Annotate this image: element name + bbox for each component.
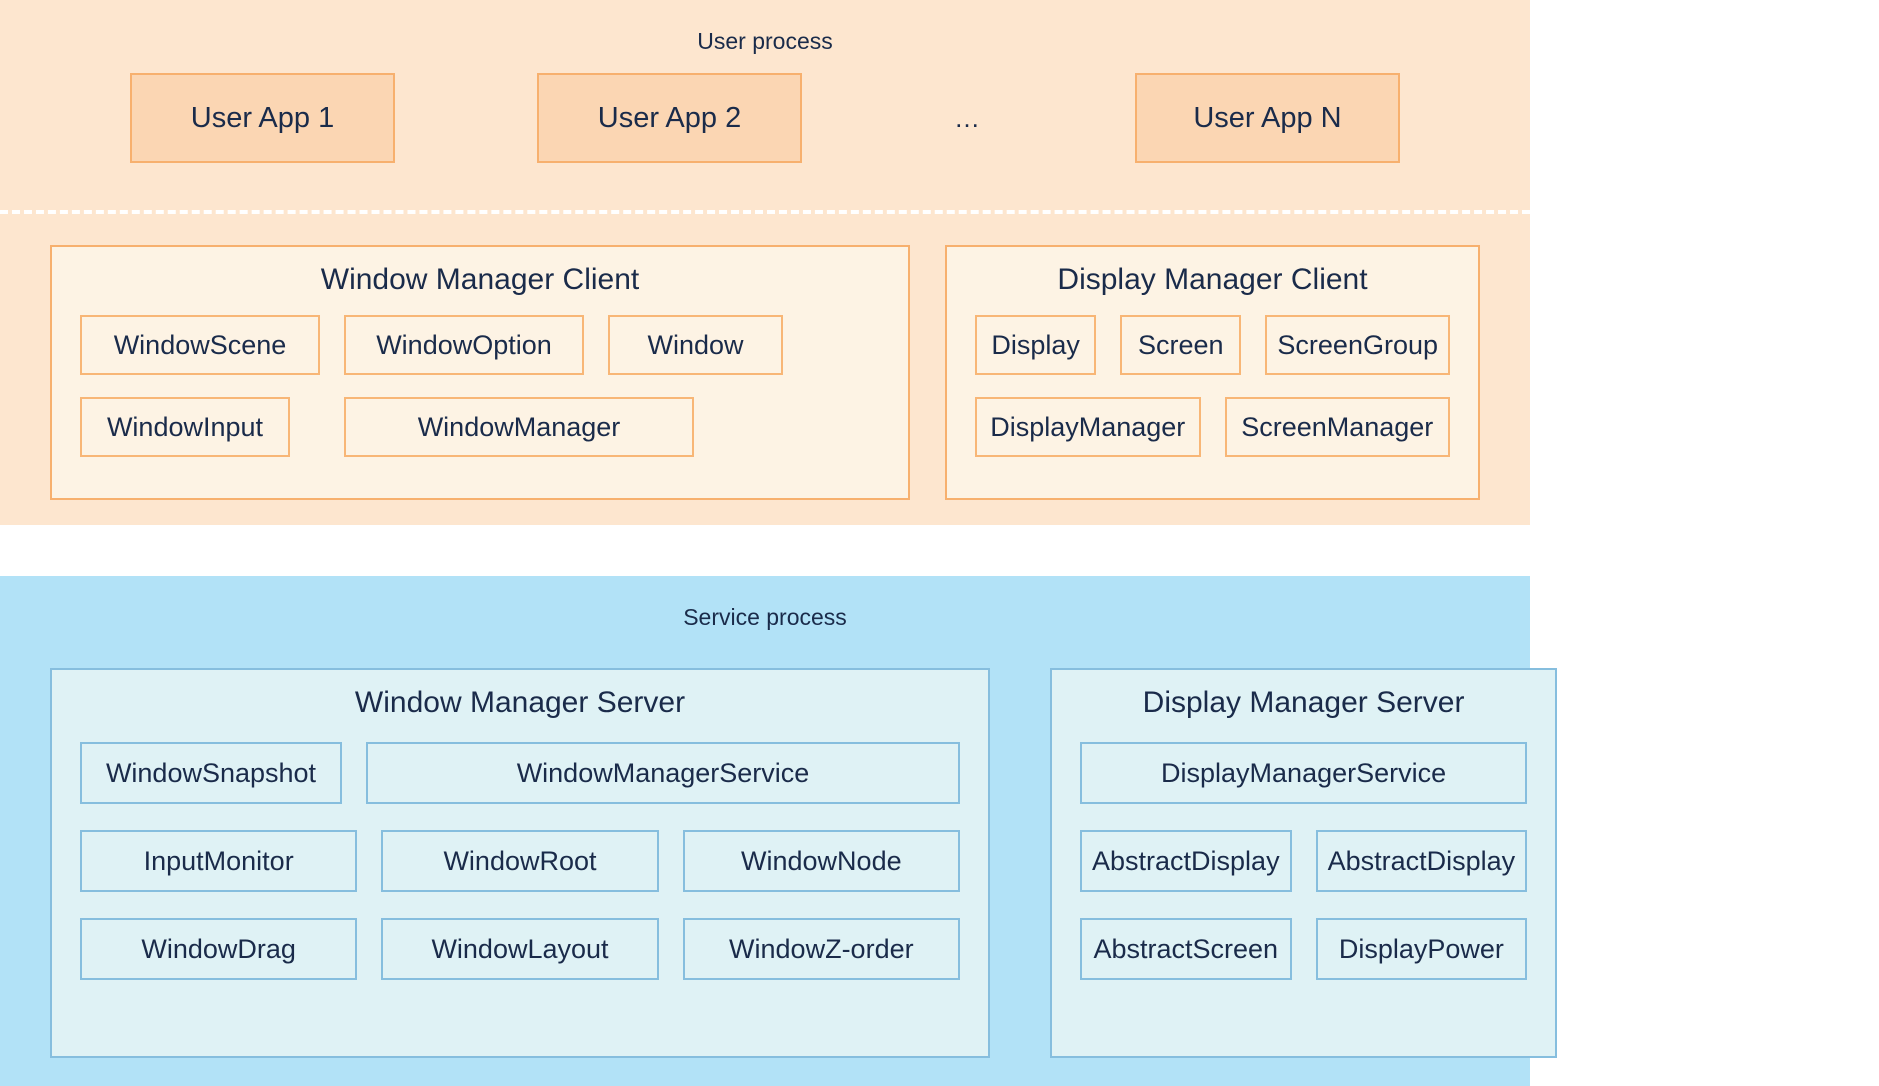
window-manager-client-title: Window Manager Client: [80, 263, 880, 297]
module-inputmonitor: InputMonitor: [80, 830, 357, 892]
wmc-row2: WindowInput WindowManager: [80, 397, 880, 457]
module-displaypower: DisplayPower: [1316, 918, 1528, 980]
module-screenmanager: ScreenManager: [1225, 397, 1451, 457]
client-row: Window Manager Client WindowScene Window…: [50, 245, 1480, 500]
module-displaymanagerservice: DisplayManagerService: [1080, 742, 1527, 804]
display-manager-server: Display Manager Server DisplayManagerSer…: [1050, 668, 1557, 1058]
service-process-title: Service process: [0, 604, 1530, 631]
display-manager-server-title: Display Manager Server: [1080, 686, 1527, 720]
wms-row3: WindowDrag WindowLayout WindowZ-order: [80, 918, 960, 980]
server-row: Window Manager Server WindowSnapshot Win…: [50, 668, 1480, 1058]
module-windowmanagerservice: WindowManagerService: [366, 742, 960, 804]
module-window: Window: [608, 315, 783, 375]
module-screengroup: ScreenGroup: [1265, 315, 1450, 375]
dmc-row1: Display Screen ScreenGroup: [975, 315, 1450, 375]
user-apps-row: User App 1 User App 2 … User App N: [130, 73, 1400, 163]
module-abstractscreen: AbstractScreen: [1080, 918, 1292, 980]
user-app-2: User App 2: [537, 73, 802, 163]
dashed-divider: [0, 210, 1530, 214]
user-process-container: User process User App 1 User App 2 … Use…: [0, 0, 1530, 525]
module-windowscene: WindowScene: [80, 315, 320, 375]
display-manager-client-title: Display Manager Client: [975, 263, 1450, 297]
module-windowroot: WindowRoot: [381, 830, 658, 892]
module-screen: Screen: [1120, 315, 1241, 375]
module-displaymanager: DisplayManager: [975, 397, 1201, 457]
window-manager-server: Window Manager Server WindowSnapshot Win…: [50, 668, 990, 1058]
wms-row2: InputMonitor WindowRoot WindowNode: [80, 830, 960, 892]
module-windowinput: WindowInput: [80, 397, 290, 457]
wmc-row1: WindowScene WindowOption Window: [80, 315, 880, 375]
user-app-n: User App N: [1135, 73, 1400, 163]
dmc-row2: DisplayManager ScreenManager: [975, 397, 1450, 457]
dms-row2: AbstractDisplay AbstractDisplay: [1080, 830, 1527, 892]
module-windowoption: WindowOption: [344, 315, 584, 375]
user-process-title: User process: [0, 28, 1530, 55]
module-windowmanager: WindowManager: [344, 397, 694, 457]
dms-row3: AbstractScreen DisplayPower: [1080, 918, 1527, 980]
user-app-1: User App 1: [130, 73, 395, 163]
module-windowlayout: WindowLayout: [381, 918, 658, 980]
module-abstractdisplay-2: AbstractDisplay: [1316, 830, 1528, 892]
window-manager-client: Window Manager Client WindowScene Window…: [50, 245, 910, 500]
module-windowzorder: WindowZ-order: [683, 918, 960, 980]
display-manager-client: Display Manager Client Display Screen Sc…: [945, 245, 1480, 500]
module-windowdrag: WindowDrag: [80, 918, 357, 980]
module-abstractdisplay-1: AbstractDisplay: [1080, 830, 1292, 892]
apps-ellipsis: …: [944, 103, 993, 134]
module-windowsnapshot: WindowSnapshot: [80, 742, 342, 804]
window-manager-server-title: Window Manager Server: [80, 686, 960, 720]
module-windownode: WindowNode: [683, 830, 960, 892]
module-display: Display: [975, 315, 1096, 375]
dms-row1: DisplayManagerService: [1080, 742, 1527, 804]
service-process-container: Service process Window Manager Server Wi…: [0, 576, 1530, 1086]
wms-row1: WindowSnapshot WindowManagerService: [80, 742, 960, 804]
